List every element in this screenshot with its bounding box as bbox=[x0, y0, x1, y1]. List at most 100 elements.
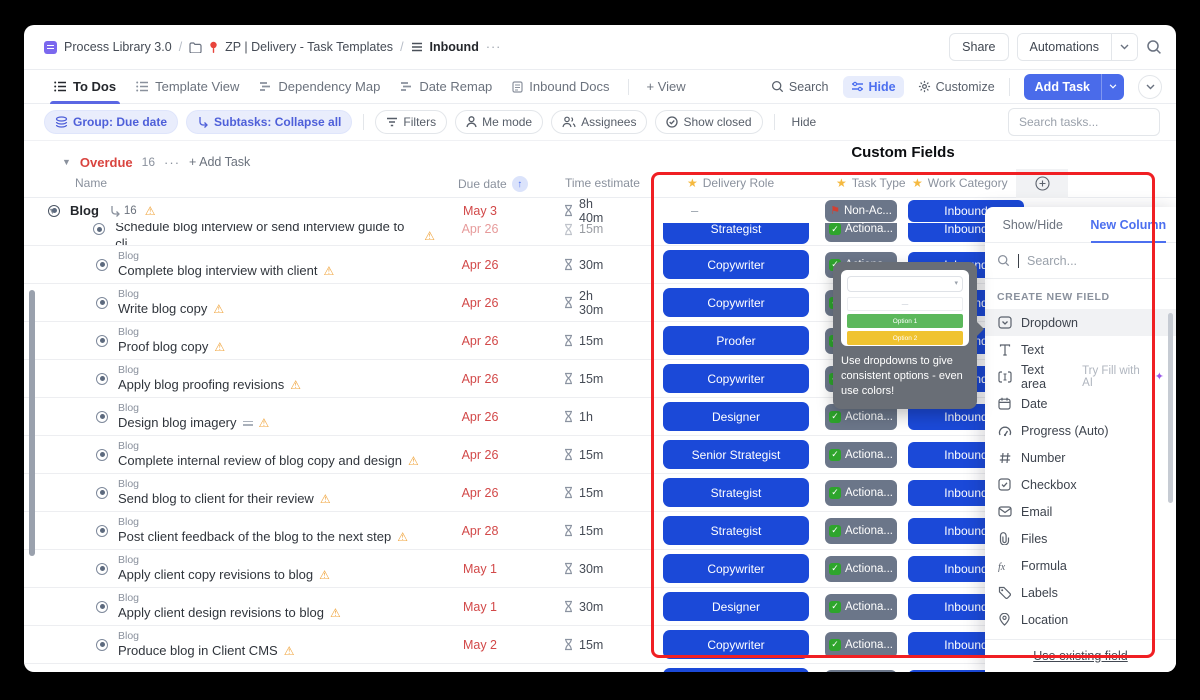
time-estimate[interactable]: 2h 30m bbox=[525, 289, 620, 317]
task-type-badge[interactable]: ✓Actiona... bbox=[825, 632, 897, 658]
field-type-dropdown[interactable]: Dropdown bbox=[985, 309, 1176, 336]
filter-pill-filters[interactable]: Filters bbox=[375, 110, 447, 134]
breadcrumb-list[interactable]: Inbound bbox=[430, 40, 479, 54]
task-type-badge[interactable]: ✓Actiona... bbox=[825, 594, 897, 620]
task-type-badge[interactable]: ✓ bbox=[825, 670, 897, 673]
delivery-role-badge[interactable]: Copywriter bbox=[663, 250, 809, 279]
task-name[interactable]: Produce blog in Client CMS bbox=[118, 643, 278, 659]
column-header-name[interactable]: Name bbox=[75, 176, 107, 190]
time-estimate[interactable]: 30m bbox=[525, 600, 620, 614]
expand-task-icon[interactable]: ▼ bbox=[24, 206, 48, 216]
task-status-icon[interactable] bbox=[96, 639, 108, 651]
tab-to-dos[interactable]: To Dos bbox=[44, 70, 126, 103]
field-type-files[interactable]: Files bbox=[985, 525, 1176, 552]
add-view-button[interactable]: + View bbox=[637, 70, 696, 103]
tab-inbound-docs[interactable]: Inbound Docs bbox=[502, 70, 619, 103]
task-status-icon[interactable] bbox=[96, 487, 108, 499]
group-title[interactable]: Overdue bbox=[80, 155, 133, 170]
task-type-badge[interactable]: ⚑Non-Ac... bbox=[825, 200, 897, 222]
breadcrumb-folder[interactable]: ZP | Delivery - Task Templates bbox=[225, 40, 393, 54]
due-date[interactable]: May 1 bbox=[435, 600, 525, 614]
customize-button[interactable]: Customize bbox=[918, 80, 995, 94]
panel-search-input[interactable]: Search... bbox=[985, 243, 1176, 279]
time-estimate[interactable]: 15m bbox=[525, 486, 620, 500]
task-status-icon[interactable] bbox=[96, 449, 108, 461]
field-type-number[interactable]: Number bbox=[985, 444, 1176, 471]
due-date[interactable]: Apr 26 bbox=[435, 258, 525, 272]
due-date[interactable]: Apr 26 bbox=[435, 223, 525, 236]
breadcrumb-space[interactable]: Process Library 3.0 bbox=[64, 40, 172, 54]
automations-button[interactable]: Automations bbox=[1017, 33, 1138, 61]
task-status-icon[interactable] bbox=[96, 601, 108, 613]
field-type-labels[interactable]: Labels bbox=[985, 579, 1176, 606]
due-date[interactable]: Apr 26 bbox=[435, 410, 525, 424]
time-estimate[interactable]: 15m bbox=[525, 448, 620, 462]
due-date[interactable]: May 1 bbox=[435, 562, 525, 576]
delivery-role-badge[interactable]: Copywriter bbox=[663, 364, 809, 393]
hide-fields-button[interactable]: Hide bbox=[843, 76, 904, 98]
task-status-icon[interactable] bbox=[93, 223, 105, 235]
delivery-role-badge[interactable]: Copywriter bbox=[663, 288, 809, 317]
filter-pill-group-due-date[interactable]: Group: Due date bbox=[44, 110, 178, 134]
delivery-role-badge[interactable]: Copywriter bbox=[663, 630, 809, 659]
task-status-icon[interactable] bbox=[96, 259, 108, 271]
task-name[interactable]: Blog bbox=[70, 203, 99, 218]
view-search-button[interactable]: Search bbox=[771, 80, 829, 94]
hide-filters-button[interactable]: Hide bbox=[792, 115, 817, 129]
window-scrollbar[interactable] bbox=[29, 290, 35, 556]
tab-new-column[interactable]: New Column bbox=[1081, 207, 1177, 242]
task-name[interactable]: Post client feedback of the blog to the … bbox=[118, 529, 391, 545]
time-estimate[interactable]: 15m bbox=[525, 372, 620, 386]
time-estimate[interactable]: 15m bbox=[525, 638, 620, 652]
search-tasks-input[interactable]: Search tasks... bbox=[1008, 108, 1160, 136]
breadcrumb-more-button[interactable]: ··· bbox=[486, 40, 502, 54]
add-task-button[interactable]: Add Task bbox=[1024, 74, 1124, 100]
task-type-badge[interactable]: ✓Actiona... bbox=[825, 442, 897, 468]
automations-label[interactable]: Automations bbox=[1018, 34, 1111, 60]
task-type-badge[interactable]: ✓Actiona... bbox=[825, 556, 897, 582]
share-button[interactable]: Share bbox=[949, 33, 1008, 61]
time-estimate[interactable]: 30m bbox=[525, 562, 620, 576]
column-header-work-category[interactable]: ★Work Category bbox=[912, 176, 1008, 190]
column-header-delivery-role[interactable]: ★Delivery Role bbox=[687, 176, 774, 190]
task-name[interactable]: Apply client design revisions to blog bbox=[118, 605, 324, 621]
task-name[interactable]: Apply client copy revisions to blog bbox=[118, 567, 313, 583]
filter-pill-show-closed[interactable]: Show closed bbox=[655, 110, 762, 134]
time-estimate[interactable]: 15m bbox=[525, 334, 620, 348]
empty-value[interactable]: – bbox=[663, 203, 809, 218]
task-status-icon[interactable] bbox=[96, 563, 108, 575]
task-name[interactable]: Schedule blog interview or send intervie… bbox=[115, 223, 418, 246]
filter-pill-me-mode[interactable]: Me mode bbox=[455, 110, 543, 134]
due-date[interactable]: Apr 28 bbox=[435, 524, 525, 538]
field-type-formula[interactable]: fxFormula bbox=[985, 552, 1176, 579]
delivery-role-badge[interactable]: Copywriter bbox=[663, 554, 809, 583]
due-date[interactable]: Apr 26 bbox=[435, 296, 525, 310]
field-type-date[interactable]: Date bbox=[985, 390, 1176, 417]
column-header-time-estimate[interactable]: Time estimate bbox=[565, 176, 640, 190]
tab-template-view[interactable]: Template View bbox=[126, 70, 249, 103]
field-type-text[interactable]: Text bbox=[985, 336, 1176, 363]
group-more-button[interactable]: ··· bbox=[164, 155, 180, 170]
field-type-email[interactable]: Email bbox=[985, 498, 1176, 525]
delivery-role-badge[interactable]: Proofer bbox=[663, 326, 809, 355]
delivery-role-badge[interactable] bbox=[663, 668, 809, 672]
delivery-role-badge[interactable]: Senior Strategist bbox=[663, 440, 809, 469]
tab-date-remap[interactable]: Date Remap bbox=[390, 70, 502, 103]
task-status-icon[interactable] bbox=[96, 525, 108, 537]
due-date[interactable]: May 3 bbox=[435, 204, 525, 218]
delivery-role-badge[interactable]: Strategist bbox=[663, 223, 809, 244]
collapse-toolbar-button[interactable] bbox=[1138, 75, 1162, 99]
time-estimate[interactable]: 1h bbox=[525, 410, 620, 424]
time-estimate[interactable]: 8h 40m bbox=[525, 197, 620, 225]
task-status-icon[interactable] bbox=[48, 205, 60, 217]
task-name[interactable]: Complete internal review of blog copy an… bbox=[118, 453, 402, 469]
chevron-down-icon[interactable] bbox=[1101, 74, 1124, 100]
use-existing-field-button[interactable]: Use existing field bbox=[985, 639, 1176, 672]
task-status-icon[interactable] bbox=[96, 411, 108, 423]
task-status-icon[interactable] bbox=[96, 297, 108, 309]
time-estimate[interactable]: 15m bbox=[525, 524, 620, 538]
task-name[interactable]: Complete blog interview with client bbox=[118, 263, 317, 279]
collapse-group-icon[interactable]: ▼ bbox=[62, 157, 71, 167]
task-name[interactable]: Write blog copy bbox=[118, 301, 207, 317]
task-name[interactable]: Proof blog copy bbox=[118, 339, 208, 355]
